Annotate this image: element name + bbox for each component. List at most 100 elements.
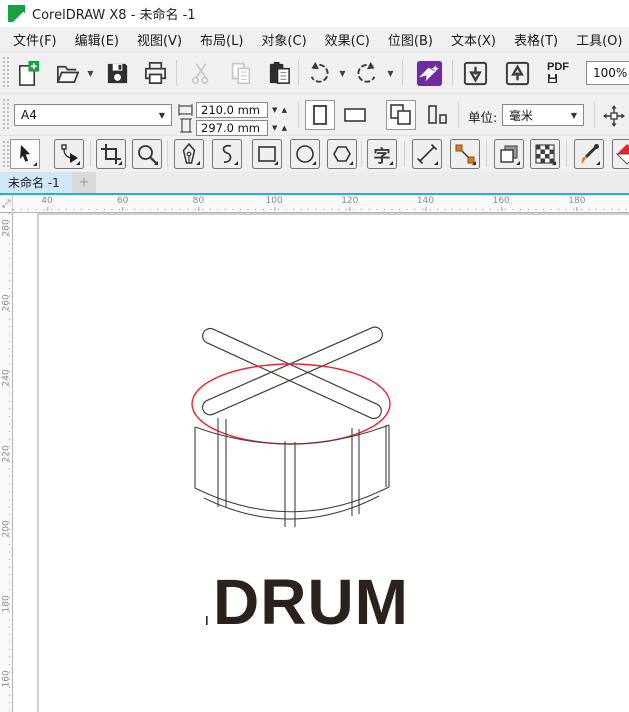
horizontal-ruler[interactable]: 40 60 80 100 120 140 160 180 — [13, 195, 629, 213]
drum-body[interactable] — [194, 418, 390, 527]
plus-icon: + — [78, 175, 90, 190]
units-combobox[interactable]: 毫米 ▼ — [502, 104, 584, 126]
property-bar: A4 ▼ 210.0 mm ▼ ▲ 297.0 mm ▼ ▲ 单位: 毫米 ▼ — [0, 94, 629, 136]
pen-tool[interactable] — [174, 139, 204, 169]
drum-head-ellipse[interactable] — [191, 363, 391, 445]
window-title: CorelDRAW X8 - 未命名 -1 — [32, 8, 196, 23]
nudge-offset-button[interactable] — [600, 102, 628, 130]
redo-button[interactable] — [352, 56, 382, 90]
interactive-fill-tool[interactable] — [612, 139, 629, 169]
landscape-icon — [344, 108, 366, 122]
menu-item[interactable]: 表格(T) — [505, 27, 567, 52]
current-page-icon — [428, 105, 447, 124]
toolbox-separator — [167, 141, 168, 167]
ruler-tick-label: 180 — [1, 595, 12, 613]
new-document-icon — [18, 60, 39, 86]
drumstick-shape[interactable] — [200, 325, 384, 417]
curve-tool[interactable] — [212, 139, 242, 169]
toolbar-grip-handle[interactable] — [2, 98, 11, 131]
ruler-tick-label: 100 — [265, 196, 283, 211]
menu-item[interactable]: 效果(C) — [316, 27, 379, 52]
new-document-button[interactable] — [10, 56, 44, 90]
page-width-icon — [178, 104, 193, 116]
color-eyedropper-tool[interactable] — [574, 139, 604, 169]
flyout-indicator-icon — [76, 161, 80, 165]
page-height-field[interactable]: 297.0 mm — [196, 120, 268, 136]
flyout-indicator-icon — [389, 161, 393, 165]
drop-shadow-tool[interactable] — [494, 139, 524, 169]
document-tab-active[interactable]: 未命名 -1 — [0, 172, 72, 193]
all-pages-size-button[interactable] — [386, 100, 416, 130]
menu-item[interactable]: 视图(V) — [128, 27, 191, 52]
menu-item[interactable]: 布局(L) — [191, 27, 252, 52]
units-label: 单位: — [468, 110, 498, 125]
menu-item[interactable]: 文件(F) — [4, 27, 66, 52]
toolbar-separator — [594, 102, 595, 128]
pick-tool[interactable] — [10, 139, 40, 169]
ellipse-tool[interactable] — [290, 139, 320, 169]
toolbar-separator — [298, 60, 299, 86]
shape-tool[interactable] — [54, 139, 84, 169]
transparency-tool[interactable] — [530, 139, 560, 169]
menu-item[interactable]: 文本(X) — [442, 27, 505, 52]
ruler-tick-label: 280 — [1, 219, 12, 237]
menu-item[interactable]: 位图(B) — [379, 27, 442, 52]
landscape-orientation-button[interactable] — [340, 100, 370, 130]
page-height-icon — [180, 118, 192, 133]
pick-cursor-icon — [20, 145, 30, 162]
drum-artistic-text[interactable]: DRUM — [213, 566, 409, 638]
text-tool[interactable]: 字 — [367, 139, 397, 169]
toolbox-separator — [90, 141, 91, 167]
zoom-level-value: 100% — [593, 66, 628, 80]
open-button[interactable] — [50, 56, 84, 90]
corel-draw-window: { "window": { "title": "CorelDRAW X8 - 未… — [0, 0, 629, 712]
open-dropdown-arrow[interactable]: ▼ — [84, 56, 97, 90]
cut-icon — [191, 63, 209, 85]
flyout-indicator-icon — [274, 161, 278, 165]
ruler-tick-label: 240 — [1, 369, 12, 387]
export-button[interactable] — [500, 56, 534, 90]
ruler-tick-label: 180 — [568, 196, 586, 211]
page-size-combobox[interactable]: A4 ▼ — [14, 104, 172, 126]
redo-dropdown-arrow[interactable]: ▼ — [384, 56, 397, 90]
new-document-tab-button[interactable]: + — [72, 172, 96, 193]
connector-tool[interactable] — [450, 139, 480, 169]
flyout-indicator-icon — [196, 161, 200, 165]
menu-item[interactable]: 编辑(E) — [66, 27, 128, 52]
zoom-tool[interactable] — [132, 139, 162, 169]
zoom-level-combobox[interactable]: 100% — [586, 61, 629, 85]
import-button[interactable] — [458, 56, 492, 90]
chevron-down-icon: ▼ — [158, 110, 165, 120]
drawing-page: DRUM — [37, 213, 629, 712]
chevron-down-icon: ▼ — [570, 110, 577, 120]
dimension-tool[interactable] — [412, 139, 442, 169]
polygon-tool[interactable] — [327, 139, 357, 169]
flyout-indicator-icon — [154, 161, 158, 165]
page-width-field[interactable]: 210.0 mm — [196, 102, 268, 118]
undo-dropdown-arrow[interactable]: ▼ — [336, 56, 349, 90]
copy-button — [224, 56, 258, 90]
svg-text:PDF: PDF — [547, 61, 569, 73]
publish-pdf-button[interactable]: PDF — [540, 56, 578, 90]
drawing-canvas[interactable]: DRUM — [13, 213, 629, 712]
vertical-ruler[interactable]: 280 260 240 220 200 180 160 — [0, 213, 13, 712]
title-bar: CorelDRAW X8 - 未命名 -1 — [0, 0, 629, 27]
flyout-indicator-icon — [349, 161, 353, 165]
search-content-button[interactable] — [412, 56, 446, 90]
crop-tool[interactable] — [96, 139, 126, 169]
rectangle-tool[interactable] — [252, 139, 282, 169]
menu-item[interactable]: 工具(O) — [567, 27, 629, 52]
paste-button[interactable] — [262, 56, 296, 90]
ruler-tick-label: 140 — [416, 196, 435, 211]
print-button[interactable] — [138, 56, 172, 90]
height-spinner[interactable]: ▼ ▲ — [272, 124, 288, 132]
toolbox-separator — [486, 141, 487, 167]
current-page-size-button[interactable] — [422, 100, 452, 130]
undo-icon — [310, 61, 329, 83]
ruler-origin-corner[interactable] — [0, 195, 13, 213]
undo-button[interactable] — [304, 56, 334, 90]
menu-item[interactable]: 对象(C) — [252, 27, 315, 52]
width-spinner[interactable]: ▼ ▲ — [272, 106, 288, 114]
save-button[interactable] — [100, 56, 134, 90]
portrait-orientation-button[interactable] — [305, 100, 335, 130]
